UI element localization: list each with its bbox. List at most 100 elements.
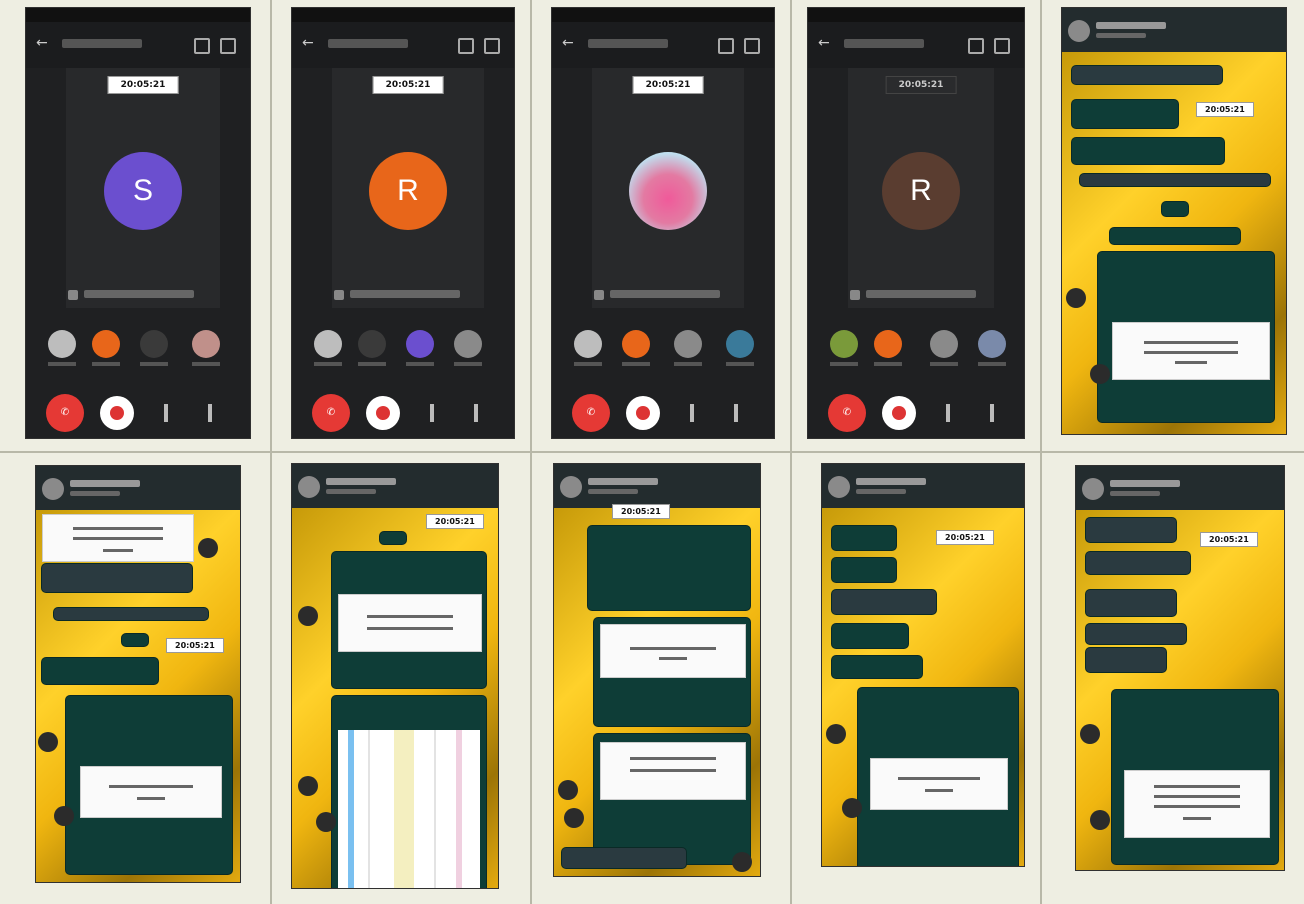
group-avatar[interactable] <box>560 476 582 498</box>
speaker-icon[interactable] <box>220 38 236 54</box>
message-bubble[interactable] <box>1086 648 1166 672</box>
reply-icon[interactable] <box>38 732 58 752</box>
reply-icon[interactable] <box>732 852 752 872</box>
message-bubble[interactable] <box>832 558 896 582</box>
more-icon[interactable] <box>734 404 738 422</box>
participant-avatar[interactable] <box>192 330 220 358</box>
reply-icon[interactable] <box>298 606 318 626</box>
message-bubble[interactable] <box>1112 690 1278 864</box>
message-bubble[interactable] <box>66 696 232 874</box>
mic-icon[interactable] <box>430 404 434 422</box>
add-participant-icon[interactable] <box>718 38 734 54</box>
add-participant-icon[interactable] <box>194 38 210 54</box>
camera-icon[interactable] <box>100 396 134 430</box>
more-icon[interactable] <box>474 404 478 422</box>
message-bubble[interactable] <box>1110 228 1240 244</box>
reply-icon[interactable] <box>1090 810 1110 830</box>
back-arrow-icon[interactable]: ← <box>36 36 50 50</box>
mic-icon[interactable] <box>690 404 694 422</box>
speaker-icon[interactable] <box>484 38 500 54</box>
document-preview[interactable] <box>870 758 1008 810</box>
reply-icon[interactable] <box>316 812 336 832</box>
message-bubble[interactable] <box>858 688 1018 866</box>
add-participant-icon[interactable] <box>968 38 984 54</box>
more-icon[interactable] <box>208 404 212 422</box>
message-bubble[interactable] <box>1072 138 1224 164</box>
message-bubble[interactable] <box>1072 100 1178 128</box>
participant-avatar[interactable] <box>358 330 386 358</box>
reply-icon[interactable] <box>826 724 846 744</box>
participant-avatar[interactable] <box>92 330 120 358</box>
participant-avatar[interactable] <box>574 330 602 358</box>
document-preview[interactable] <box>80 766 222 818</box>
reply-icon[interactable] <box>298 776 318 796</box>
document-preview[interactable] <box>1124 770 1270 838</box>
add-participant-icon[interactable] <box>458 38 474 54</box>
back-arrow-icon[interactable]: ← <box>562 36 576 50</box>
participant-avatar[interactable] <box>874 330 902 358</box>
camera-icon[interactable] <box>366 396 400 430</box>
group-avatar[interactable] <box>42 478 64 500</box>
document-preview[interactable] <box>600 624 746 678</box>
reply-icon[interactable] <box>558 780 578 800</box>
reply-icon[interactable] <box>564 808 584 828</box>
mic-icon[interactable] <box>164 404 168 422</box>
participant-avatar[interactable] <box>48 330 76 358</box>
participant-avatar[interactable] <box>406 330 434 358</box>
participant-avatar[interactable] <box>930 330 958 358</box>
message-bubble[interactable] <box>1080 174 1270 186</box>
message-bubble[interactable] <box>1086 518 1176 542</box>
phone-hangup-icon[interactable]: ✆ <box>828 394 866 432</box>
camera-icon[interactable] <box>882 396 916 430</box>
message-bubble[interactable] <box>1086 624 1186 644</box>
message-bubble[interactable] <box>1098 252 1274 422</box>
message-bubble[interactable] <box>42 658 158 684</box>
document-preview[interactable] <box>338 594 482 652</box>
message-bubble[interactable] <box>332 696 486 888</box>
speaker-icon[interactable] <box>994 38 1010 54</box>
phone-hangup-icon[interactable]: ✆ <box>312 394 350 432</box>
mic-icon[interactable] <box>946 404 950 422</box>
message-bubble[interactable] <box>1086 552 1190 574</box>
reply-icon[interactable] <box>198 538 218 558</box>
message-bubble[interactable] <box>594 734 750 864</box>
reply-icon[interactable] <box>1090 364 1110 384</box>
phone-hangup-icon[interactable]: ✆ <box>572 394 610 432</box>
message-bubble[interactable] <box>594 618 750 726</box>
participant-avatar[interactable] <box>978 330 1006 358</box>
reply-icon[interactable] <box>54 806 74 826</box>
back-arrow-icon[interactable]: ← <box>818 36 832 50</box>
speaker-icon[interactable] <box>744 38 760 54</box>
document-preview[interactable] <box>600 742 746 800</box>
message-bubble[interactable] <box>562 848 686 868</box>
group-avatar[interactable] <box>298 476 320 498</box>
spreadsheet-image[interactable] <box>338 730 480 888</box>
message-bubble[interactable] <box>1086 590 1176 616</box>
participant-avatar[interactable] <box>674 330 702 358</box>
reply-icon[interactable] <box>1080 724 1100 744</box>
back-arrow-icon[interactable]: ← <box>302 36 316 50</box>
phone-hangup-icon[interactable]: ✆ <box>46 394 84 432</box>
message-bubble[interactable] <box>1072 66 1222 84</box>
participant-avatar[interactable] <box>830 330 858 358</box>
document-preview[interactable] <box>42 514 194 562</box>
more-icon[interactable] <box>990 404 994 422</box>
group-avatar[interactable] <box>1082 478 1104 500</box>
message-bubble[interactable] <box>332 552 486 688</box>
reply-icon[interactable] <box>1066 288 1086 308</box>
message-bubble[interactable] <box>832 656 922 678</box>
message-bubble[interactable] <box>832 526 896 550</box>
message-bubble[interactable] <box>832 590 936 614</box>
camera-icon[interactable] <box>626 396 660 430</box>
message-bubble[interactable] <box>54 608 208 620</box>
message-bubble[interactable] <box>588 526 750 610</box>
participant-avatar[interactable] <box>726 330 754 358</box>
document-preview[interactable] <box>1112 322 1270 380</box>
message-bubble[interactable] <box>832 624 908 648</box>
reply-icon[interactable] <box>842 798 862 818</box>
participant-avatar[interactable] <box>622 330 650 358</box>
group-avatar[interactable] <box>1068 20 1090 42</box>
participant-avatar[interactable] <box>314 330 342 358</box>
group-avatar[interactable] <box>828 476 850 498</box>
participant-avatar[interactable] <box>454 330 482 358</box>
